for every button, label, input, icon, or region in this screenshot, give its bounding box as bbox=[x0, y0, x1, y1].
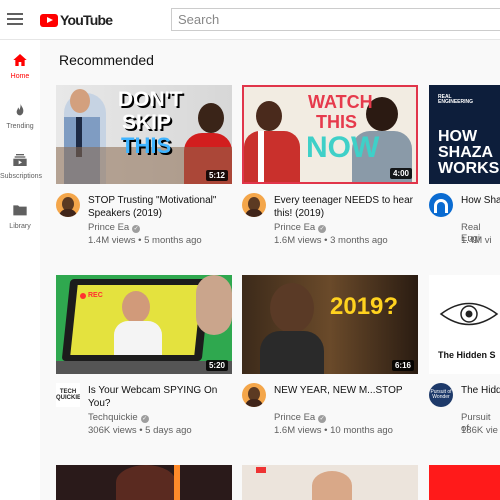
video-title[interactable]: Every teenager NEEDS to hear this! (2019… bbox=[274, 194, 414, 220]
channel-avatar[interactable] bbox=[242, 383, 266, 407]
video-thumbnail[interactable]: REC 5:20 bbox=[56, 275, 232, 374]
logo-text: YouTube bbox=[60, 12, 113, 28]
home-icon bbox=[13, 54, 27, 66]
video-title[interactable]: How Shaz bbox=[461, 194, 500, 207]
channel-name-text: Prince Ea bbox=[88, 222, 130, 233]
video-duration: 4:00 bbox=[389, 168, 412, 179]
channel-avatar[interactable]: Pursuit of Wonder bbox=[429, 383, 453, 407]
channel-avatar[interactable] bbox=[429, 193, 453, 217]
verified-icon: ✓ bbox=[140, 415, 149, 423]
channel-name[interactable]: Techquickie ✓ bbox=[88, 412, 149, 423]
folder-icon bbox=[13, 205, 27, 216]
sidebar-item-library[interactable]: Library bbox=[0, 202, 40, 248]
thumbnail-text: SHAZA bbox=[438, 144, 494, 161]
video-meta: 186K vie bbox=[461, 425, 498, 436]
video-thumbnail[interactable]: The Hidden S bbox=[429, 275, 500, 374]
channel-name[interactable]: Prince Ea ✓ bbox=[274, 412, 327, 423]
verified-icon: ✓ bbox=[132, 225, 141, 233]
video-thumbnail[interactable] bbox=[56, 465, 232, 500]
channel-avatar-text: TECH QUICKIE bbox=[56, 389, 80, 401]
channel-avatar[interactable]: TECH QUICKIE bbox=[56, 383, 80, 407]
thumbnail-text: DON'T bbox=[118, 88, 183, 111]
video-meta: 1.6M views • 3 months ago bbox=[274, 235, 388, 246]
video-thumbnail[interactable]: 2019? 6:16 bbox=[242, 275, 418, 374]
section-title: Recommended bbox=[59, 52, 154, 68]
video-meta: 306K views • 5 days ago bbox=[88, 425, 192, 436]
video-duration: 5:20 bbox=[205, 360, 228, 371]
thumbnail-text: THIS bbox=[316, 112, 358, 132]
verified-icon: ✓ bbox=[318, 415, 327, 423]
channel-avatar[interactable] bbox=[56, 193, 80, 217]
video-card[interactable]: The Hidden S Pursuit of Wonder The Hidd … bbox=[429, 275, 500, 445]
sidebar-item-home[interactable]: Home bbox=[0, 52, 40, 98]
channel-name[interactable]: Prince Ea ✓ bbox=[88, 222, 141, 233]
sidebar-item-label: Subscriptions bbox=[0, 173, 43, 180]
menu-icon[interactable] bbox=[7, 11, 23, 27]
sidebar-item-label: Home bbox=[10, 73, 30, 80]
thumbnail-text: SKIP bbox=[122, 111, 172, 134]
thumbnail-text: WORKS bbox=[438, 160, 500, 177]
video-thumbnail[interactable]: WATCH THIS NOW 4:00 bbox=[242, 85, 418, 184]
sidebar-item-subscriptions[interactable]: Subscriptions bbox=[0, 152, 43, 198]
video-title[interactable]: NEW YEAR, NEW M...STOP bbox=[274, 384, 414, 397]
thumbnail-text: REAL ENGINEERING bbox=[438, 94, 474, 105]
thumbnail-text: HOW bbox=[438, 128, 478, 145]
channel-avatar-text: Pursuit of Wonder bbox=[430, 389, 452, 400]
verified-icon: ✓ bbox=[318, 225, 327, 233]
video-thumbnail[interactable] bbox=[242, 465, 418, 500]
video-card[interactable]: REC 5:20 TECH QUICKIE Is Your Webcam SPY… bbox=[56, 275, 232, 445]
channel-name-text: Techquickie bbox=[88, 412, 138, 423]
sidebar-item-label: Library bbox=[9, 223, 31, 230]
video-duration: 5:12 bbox=[205, 170, 228, 181]
video-duration: 6:16 bbox=[391, 360, 414, 371]
sidebar-item-label: Trending bbox=[6, 123, 34, 130]
video-card[interactable]: DON'T SKIP THIS 5:12 STOP Trusting "Moti… bbox=[56, 85, 232, 255]
youtube-logo-icon bbox=[40, 13, 58, 27]
thumbnail-text: WATCH bbox=[308, 92, 373, 112]
sidebar-item-trending[interactable]: Trending bbox=[0, 102, 40, 148]
thumbnail-text: 2019? bbox=[330, 293, 399, 320]
video-card[interactable]: WATCH THIS NOW 4:00 Every teenager NEEDS… bbox=[242, 85, 418, 255]
video-card[interactable]: 2019? 6:16 NEW YEAR, NEW M...STOP Prince… bbox=[242, 275, 418, 445]
top-bar: YouTube bbox=[0, 0, 500, 40]
video-title[interactable]: Is Your Webcam SPYING On You? bbox=[88, 384, 228, 410]
thumbnail-text: THIS bbox=[121, 133, 172, 158]
video-thumbnail[interactable]: REAL ENGINEERING HOW SHAZA WORKS bbox=[429, 85, 500, 184]
youtube-logo[interactable]: YouTube bbox=[40, 11, 113, 29]
subscriptions-icon bbox=[13, 154, 27, 166]
thumbnail-text: The Hidden S bbox=[438, 350, 496, 360]
channel-name-text: Prince Ea bbox=[274, 222, 316, 233]
thumbnail-text: REC bbox=[88, 292, 103, 299]
video-title[interactable]: STOP Trusting "Motivational" Speakers (2… bbox=[88, 194, 228, 220]
video-card[interactable]: REAL ENGINEERING HOW SHAZA WORKS How Sha… bbox=[429, 85, 500, 255]
thumbnail-text: NOW bbox=[306, 131, 380, 164]
channel-name-text: Prince Ea bbox=[274, 412, 316, 423]
search-input[interactable] bbox=[171, 8, 500, 31]
video-meta: 1.6M views • 10 months ago bbox=[274, 425, 393, 436]
eye-illustration bbox=[439, 302, 499, 326]
channel-name[interactable]: Prince Ea ✓ bbox=[274, 222, 327, 233]
video-meta: 1.4M vi bbox=[461, 235, 492, 246]
sidebar: Home Trending Subscriptions Library bbox=[0, 40, 43, 500]
channel-avatar[interactable] bbox=[242, 193, 266, 217]
video-thumbnail[interactable]: DON'T SKIP THIS 5:12 bbox=[56, 85, 232, 184]
flame-icon bbox=[16, 103, 24, 116]
video-title[interactable]: The Hidd Person bbox=[461, 384, 500, 397]
video-thumbnail[interactable] bbox=[429, 465, 500, 500]
video-meta: 1.4M views • 5 months ago bbox=[88, 235, 202, 246]
